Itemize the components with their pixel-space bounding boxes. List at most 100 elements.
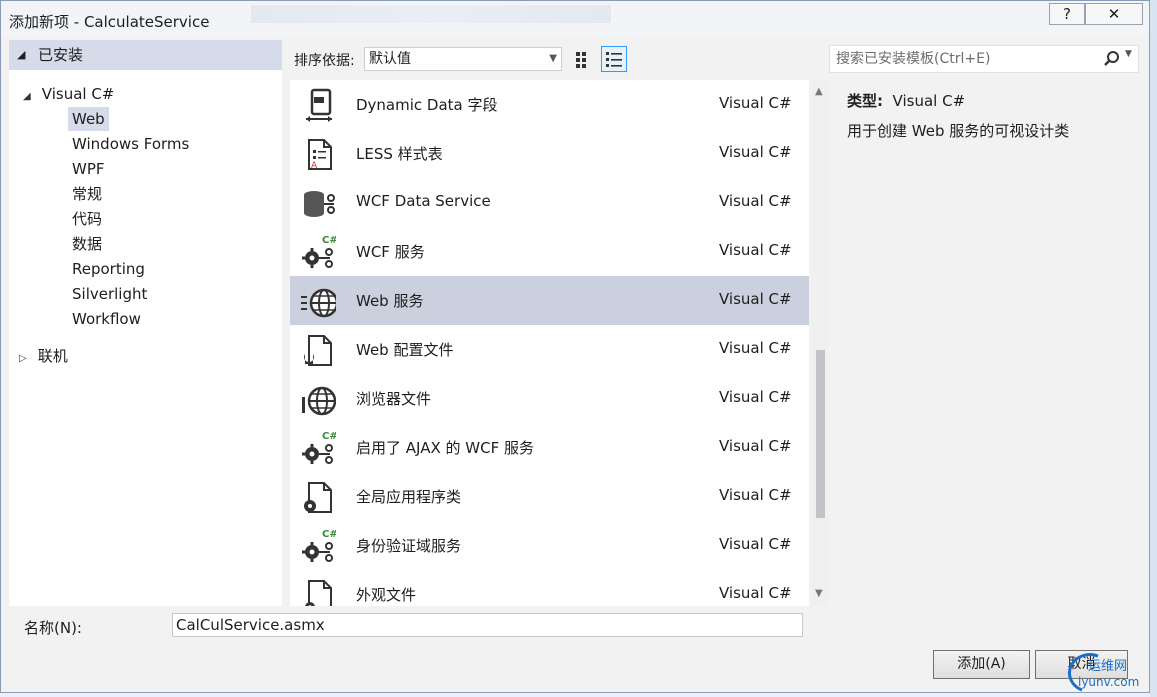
scroll-down-icon[interactable]: ▼: [815, 588, 823, 599]
tree-item[interactable]: WPF: [68, 157, 109, 181]
add-new-item-dialog: 添加新项 - CalculateService ? ✕ ◢ 已安装 ◢ Visu…: [0, 0, 1150, 693]
template-name: 身份验证域服务: [356, 537, 462, 555]
template-name: 浏览器文件: [356, 390, 432, 408]
stylesheet-icon: A: [300, 136, 336, 172]
tree-item[interactable]: 数据: [68, 232, 106, 256]
list-view-icon: [606, 52, 622, 67]
type-label: 类型:: [847, 92, 883, 110]
expanded-arrow-icon[interactable]: ◢: [17, 40, 25, 70]
template-name: Web 服务: [356, 292, 424, 310]
scroll-up-icon[interactable]: ▲: [815, 86, 823, 97]
add-button[interactable]: 添加(A): [933, 650, 1030, 679]
template-category-tree: ◢ 已安装 ◢ Visual C# Web Windows Forms WPF 常规代…: [9, 40, 282, 606]
tree-node-online[interactable]: ▷ 联机: [19, 344, 68, 371]
template-name: WCF 服务: [356, 243, 425, 261]
skin-file-icon: [300, 577, 336, 606]
config-file-icon: [300, 332, 336, 368]
tree-item[interactable]: 代码: [68, 207, 106, 231]
template-type: 类型: Visual C#: [847, 90, 965, 111]
ajax-wcf-service-icon: C#: [300, 430, 338, 466]
template-name: Web 配置文件: [356, 341, 454, 359]
template-name: WCF Data Service: [356, 192, 491, 210]
watermark-url: iyunv.com: [1078, 675, 1140, 689]
svg-text:A: A: [311, 161, 318, 171]
template-details: 类型: Visual C# 用于创建 Web 服务的可视设计类: [837, 80, 1142, 606]
template-name: 外观文件: [356, 586, 417, 604]
template-name: Dynamic Data 字段: [356, 96, 498, 114]
tree-item[interactable]: Silverlight: [68, 282, 151, 306]
template-row[interactable]: 全局应用程序类 Visual C#: [290, 472, 809, 521]
search-input[interactable]: [830, 46, 1090, 72]
data-service-icon: [300, 185, 336, 221]
name-input[interactable]: [172, 613, 803, 637]
type-value: Visual C#: [892, 92, 966, 110]
scroll-thumb[interactable]: [816, 350, 825, 518]
dynamic-data-icon: [300, 87, 336, 123]
template-description: 用于创建 Web 服务的可视设计类: [847, 122, 1070, 140]
tree-node-visual-csharp[interactable]: ◢ Visual C#: [23, 82, 114, 109]
svg-text:C#: C#: [322, 431, 336, 442]
tree-item[interactable]: Workflow: [68, 307, 145, 331]
global-app-class-icon: [300, 479, 336, 515]
template-language: Visual C#: [719, 584, 792, 602]
template-language: Visual C#: [719, 143, 792, 161]
grid-view-icon: [576, 52, 586, 68]
template-list: Dynamic Data 字段 Visual C# A LESS 样式表 Visual …: [290, 80, 809, 606]
template-row[interactable]: 浏览器文件 Visual C#: [290, 374, 809, 423]
chevron-down-icon: ▼: [549, 53, 557, 64]
search-icon[interactable]: [1103, 50, 1121, 68]
template-list-scrollbar[interactable]: ▲ ▼: [811, 80, 829, 606]
background-toolbar-ghost: [251, 5, 611, 23]
window-title: 添加新项 - CalculateService: [9, 13, 210, 31]
installed-label: 已安装: [38, 46, 84, 64]
tree-node-installed[interactable]: ◢ 已安装: [9, 40, 282, 70]
list-view-button[interactable]: [601, 46, 627, 72]
template-name: LESS 样式表: [356, 145, 443, 163]
title-bar: 添加新项 - CalculateService ? ✕: [1, 1, 1149, 37]
template-language: Visual C#: [719, 290, 792, 308]
template-row[interactable]: C# 启用了 AJAX 的 WCF 服务 Visual C#: [290, 423, 809, 472]
background-window-edge: [1150, 0, 1157, 697]
template-language: Visual C#: [719, 486, 792, 504]
watermark-text: 运维网: [1088, 659, 1128, 674]
template-language: Visual C#: [719, 241, 792, 259]
template-row[interactable]: A LESS 样式表 Visual C#: [290, 129, 809, 178]
expanded-arrow-icon[interactable]: ◢: [23, 85, 37, 109]
collapsed-arrow-icon[interactable]: ▷: [19, 347, 33, 371]
template-row[interactable]: 外观文件 Visual C#: [290, 570, 809, 606]
search-options-icon[interactable]: ▼: [1125, 49, 1132, 59]
sort-label: 排序依据:: [294, 53, 355, 69]
template-row[interactable]: Web 服务 Visual C#: [290, 276, 809, 325]
wcf-service-icon: C#: [300, 234, 338, 270]
template-language: Visual C#: [719, 94, 792, 112]
online-label: 联机: [37, 347, 68, 365]
template-row[interactable]: WCF Data Service Visual C#: [290, 178, 809, 227]
search-box: ▼: [829, 45, 1139, 73]
small-icons-view-button[interactable]: [570, 46, 596, 72]
sort-dropdown[interactable]: 默认值 ▼: [364, 47, 562, 71]
template-language: Visual C#: [719, 388, 792, 406]
tree-item[interactable]: Web: [68, 107, 109, 131]
tree-item[interactable]: 常规: [68, 182, 106, 206]
visual-csharp-label: Visual C#: [41, 85, 115, 103]
name-label: 名称(N):: [24, 619, 82, 637]
web-service-icon: [300, 283, 339, 319]
template-row[interactable]: C# WCF 服务 Visual C#: [290, 227, 809, 276]
template-name: 启用了 AJAX 的 WCF 服务: [356, 439, 534, 457]
svg-text:C#: C#: [322, 529, 336, 540]
template-row[interactable]: Web 配置文件 Visual C#: [290, 325, 809, 374]
close-button[interactable]: ✕: [1085, 3, 1143, 25]
template-language: Visual C#: [719, 192, 792, 210]
tree-item[interactable]: Reporting: [68, 257, 149, 281]
auth-domain-service-icon: C#: [300, 528, 338, 564]
template-name: 全局应用程序类: [356, 488, 462, 506]
help-button[interactable]: ?: [1049, 3, 1085, 25]
template-row[interactable]: Dynamic Data 字段 Visual C#: [290, 80, 809, 129]
tree-item[interactable]: Windows Forms: [68, 132, 193, 156]
template-row[interactable]: C# 身份验证域服务 Visual C#: [290, 521, 809, 570]
sort-value: 默认值: [369, 51, 411, 67]
template-language: Visual C#: [719, 339, 792, 357]
template-language: Visual C#: [719, 535, 792, 553]
browser-file-icon: [300, 381, 337, 417]
svg-text:C#: C#: [322, 235, 336, 246]
